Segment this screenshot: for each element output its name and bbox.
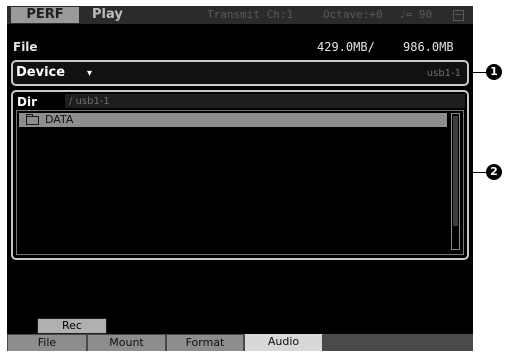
- rec-button[interactable]: Rec: [37, 318, 107, 334]
- dir-path-bar: [65, 94, 465, 108]
- directory-panel: Dir / usb1-1 DATA: [11, 90, 469, 260]
- callout-badge-1: 1: [486, 64, 502, 80]
- status-bar: PERF Play Transmit Ch:1 Octave:+0 ♩= 90: [7, 6, 473, 24]
- chevron-down-icon[interactable]: ▾: [87, 68, 92, 80]
- scroll-thumb[interactable]: [453, 116, 458, 226]
- play-label: Play: [92, 7, 123, 22]
- file-list[interactable]: DATA: [16, 110, 464, 255]
- tab-bar: File Mount Format Audio: [7, 334, 473, 351]
- page-title: File: [13, 40, 38, 54]
- folder-name: DATA: [45, 113, 74, 126]
- tab-file[interactable]: File: [8, 335, 86, 351]
- memory-used: 429.0MB/: [317, 40, 375, 54]
- lcd-screen: PERF Play Transmit Ch:1 Octave:+0 ♩= 90 …: [7, 6, 473, 351]
- dir-path: / usb1-1: [69, 96, 110, 107]
- tab-audio[interactable]: Audio: [245, 334, 322, 351]
- memory-total: 986.0MB: [403, 40, 454, 54]
- octave-indicator: Octave:+0: [323, 8, 383, 21]
- tab-format[interactable]: Format: [167, 335, 243, 351]
- device-select[interactable]: usb1-1: [427, 67, 461, 81]
- tab-mount[interactable]: Mount: [88, 335, 165, 351]
- callout-line-2: [473, 172, 487, 173]
- callout-badge-2: 2: [486, 164, 502, 180]
- tempo-menu-icon: [453, 10, 464, 21]
- list-item[interactable]: DATA: [19, 113, 447, 127]
- device-panel: Device ▾ usb1-1: [11, 60, 469, 86]
- callout-line-1: [473, 72, 487, 73]
- dir-label: Dir: [17, 95, 37, 109]
- tempo-indicator: ♩= 90: [399, 8, 433, 21]
- mode-indicator[interactable]: PERF: [11, 7, 79, 23]
- folder-icon: [26, 114, 39, 125]
- scrollbar[interactable]: [451, 113, 460, 250]
- device-label: Device: [16, 65, 66, 80]
- transmit-channel: Transmit Ch:1: [207, 8, 294, 21]
